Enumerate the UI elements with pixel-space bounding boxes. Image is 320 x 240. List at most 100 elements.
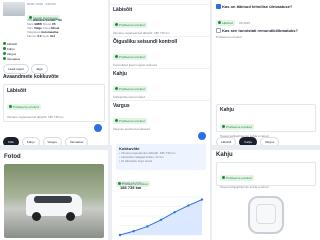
status-text: Probleeme ei leitud [119,118,145,123]
list-item-label: Vargus [6,52,17,56]
question-answer: Probleeme ei leitud [216,35,242,40]
tab-theft[interactable]: Vargus [42,137,62,145]
engine-value: 3.0 [37,34,42,38]
car-wheel [66,212,75,221]
check-row[interactable]: Vargus Probleeme ei leitud Varguse andme… [110,100,210,131]
mileage-point[interactable] [118,233,122,237]
drive-label: Vedu [42,34,50,38]
check-icon [115,23,118,26]
check-icon [3,42,6,45]
status-badge: Probleeme ei leitud [113,117,147,124]
list-item-label: Kahju [6,47,15,51]
tab-damage[interactable]: Kahju [21,137,40,145]
checkbox[interactable] [216,28,221,34]
car-photo[interactable] [4,164,104,238]
tab-bar: Läbisõit Kahju Vargus [216,137,280,145]
status-badge: Probleeme ei leitud [7,103,41,110]
damage-card[interactable]: Kahju Probleeme ei leitud Teavet kahjuju… [216,104,316,138]
section-title: Avaandmete kokkuvõte [3,74,59,80]
tab-theft[interactable]: Vargus [260,137,280,145]
status-text: Probleeme ei leitud [13,104,39,109]
check-icon [3,57,6,60]
check-row[interactable]: Kahju Probleeme ei leitud Kahjujuhtumeid… [110,68,210,99]
question-text: Kas see tunnistati remondikõlbmatuks? [222,28,298,33]
check-icon [3,47,6,50]
mileage-card[interactable]: Läbisõit Probleeme ei leitud Viimane reg… [3,84,105,122]
list-item-label: Ülevaatus [6,57,21,61]
status-badge: Probleeme ei leitud [220,123,254,130]
mileage-point[interactable] [159,218,163,221]
year-text: 2018 / 2019 [27,2,43,6]
checks-screen: Läbisõit Probleeme ei leitud Viimane reg… [110,0,210,145]
status-badge: Läbinud [216,19,235,26]
check-icon [9,105,12,108]
kw-text: 230 kW [45,2,56,6]
checkbox[interactable] [216,4,221,10]
summary-line: • 31 läbisõidu kirjet leitud [119,159,153,163]
damage-title: Kahju [216,152,233,158]
car-top-view [242,194,290,236]
download-report-button[interactable]: Laadi raport [3,64,30,74]
damage-card[interactable]: Probleeme ei leitud Teavet kahjujuhtumit… [216,162,316,189]
check-row[interactable]: Õigusliku seisundi kontroll Probleeme ei… [110,36,210,67]
inspection-question[interactable]: Kas on läbinud tehnilise ülevaatuse? Läb… [216,4,316,29]
card-title: Läbisõit [7,88,27,94]
list-item[interactable]: Ülevaatus [3,57,105,62]
check-icon [218,21,221,25]
status-text: Probleeme ei leitud [119,86,145,91]
check-icon [222,125,225,128]
mileage-point[interactable] [187,204,190,207]
inspection-date: 06.2025 [239,21,250,26]
card-text: Viimane registreeritud läbisõit: 186 735… [7,115,64,119]
photos-screen: Fotod [0,150,108,240]
readout-value: 186 735 km [120,185,142,190]
mileage-readout: Läbisõit 06.2025 186 735 km [120,181,142,190]
status-badge: Probleeme ei leitud [220,174,254,181]
mileage-chart-screen: Kokkuvõte • Viimane kasutamine läbisõit:… [112,140,210,240]
check-title: Kahju [113,71,127,77]
mileage-point[interactable] [146,225,149,228]
status-badge: Probleeme ei leitud [113,85,147,92]
check-icon [222,176,225,179]
check-icon [115,119,118,122]
mileage-point[interactable] [173,211,176,214]
car-roof [256,204,276,224]
card-title: Kahju [220,107,234,113]
check-row[interactable]: Läbisõit Probleeme ei leitud Viimane reg… [110,4,210,35]
damage-screen: Kahju Probleeme ei leitud Teavet kahjuju… [212,150,320,240]
share-button[interactable]: Jaga [31,64,48,74]
chat-button[interactable] [94,124,102,132]
status-text: Läbinud [222,20,233,25]
engine-label: Mootor [27,34,37,38]
tab-all[interactable]: Kõik [3,137,19,145]
check-title: Õigusliku seisundi kontroll [113,39,178,45]
tab-bar: Kõik Kahju Vargus Ülevaatus [3,137,89,145]
card-text: Teavet kahjujuhtumite kohta ei leitud [220,185,269,189]
check-icon [115,87,118,90]
check-icon [115,55,118,58]
tab-damage[interactable]: Kahju [239,137,258,145]
summary-line-text: 31 läbisõidu kirjet leitud [120,159,153,163]
photos-title: Fotod [4,154,21,160]
mileage-point[interactable] [132,230,135,233]
vehicle-info-screen: 2018 / 2019 · 230 kW Vastab kirjeldusele… [0,0,108,145]
check-text: Kahjujuhtumeid ei leitud [113,95,145,99]
check-text: Kontrollitud Eesti registri andmed [113,63,158,67]
tab-mileage[interactable]: Läbisõit [216,137,237,145]
tab-inspection[interactable]: Ülevaatus [64,137,89,145]
mileage-point[interactable] [200,198,204,201]
questions-screen: Kas on läbinud tehnilise ülevaatuse? Läb… [212,0,320,145]
mileage-chart [118,196,204,237]
chat-button[interactable] [198,132,206,140]
list-item-label: Läbisõit [6,42,18,46]
check-text: Varguse andmed puuduvad [113,127,150,131]
status-text: Probleeme ei leitud [226,124,252,129]
status-text: Probleeme ei leitud [119,54,145,59]
car-thumbnail [3,2,25,16]
question-text: Kas on läbinud tehnilise ülevaatuse? [222,4,293,9]
check-icon [3,52,6,55]
summary-box: Kokkuvõte • Viimane kasutamine läbisõit:… [116,144,206,170]
writeoff-question[interactable]: Kas see tunnistati remondikõlbmatuks? Pr… [216,28,316,39]
check-list: Läbisõit Kahju Vargus Ülevaatus [3,42,105,62]
car-window [34,196,72,203]
